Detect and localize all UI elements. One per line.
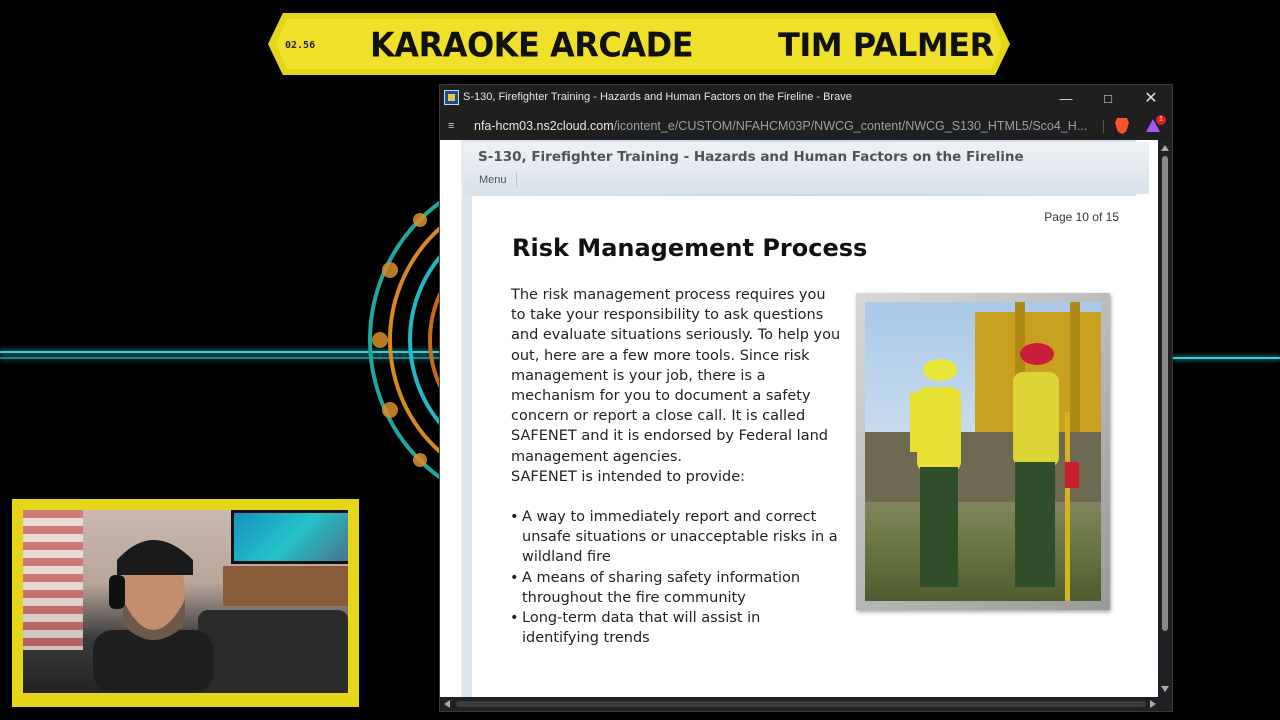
- address-bar[interactable]: ≡ nfa-hcm03.ns2cloud.com/icontent_e/CUST…: [440, 112, 1172, 140]
- streamer: [93, 540, 213, 693]
- scroll-right-icon[interactable]: [1150, 700, 1156, 708]
- site-info-icon[interactable]: ≡: [448, 119, 462, 133]
- scroll-down-icon[interactable]: [1161, 686, 1169, 692]
- slide-paragraph: The risk management process requires you…: [511, 287, 841, 465]
- aquarium-tv: [231, 510, 348, 564]
- url-host: nfa-hcm03.ns2cloud.com: [474, 119, 614, 133]
- vertical-scroll-thumb[interactable]: [1162, 156, 1168, 631]
- url-field[interactable]: nfa-hcm03.ns2cloud.com/icontent_e/CUSTOM…: [474, 119, 1094, 133]
- webcam-feed: [23, 510, 348, 693]
- rewards-badge: 1: [1156, 115, 1166, 125]
- close-icon[interactable]: ✕: [1140, 88, 1162, 110]
- brave-shield-icon[interactable]: [1115, 118, 1129, 134]
- page-indicator: Page 10 of 15: [1044, 210, 1119, 224]
- slide-body: The risk management process requires you…: [510, 285, 841, 648]
- url-path: /icontent_e/CUSTOM/NFAHCM03P/NWCG_conten…: [613, 119, 1088, 133]
- url-separator: [1103, 120, 1104, 133]
- horizontal-scrollbar[interactable]: [440, 697, 1172, 711]
- minimize-icon[interactable]: —: [1055, 88, 1077, 110]
- title-bar: S-130, Firefighter Training - Hazards an…: [440, 85, 1172, 112]
- maximize-icon[interactable]: □: [1097, 88, 1119, 110]
- list-item: A way to immediately report and correct …: [510, 507, 841, 568]
- list-item: A means of sharing safety information th…: [510, 568, 841, 608]
- site-favicon-icon: [444, 90, 459, 105]
- slide-title: Risk Management Process: [512, 234, 868, 262]
- window-title: S-130, Firefighter Training - Hazards an…: [463, 91, 852, 103]
- page-content: S-130, Firefighter Training - Hazards an…: [440, 140, 1158, 697]
- scroll-left-icon[interactable]: [444, 700, 450, 708]
- photo-frame: [856, 293, 1110, 610]
- safenet-list: A way to immediately report and correct …: [510, 507, 841, 648]
- horizontal-scroll-thumb[interactable]: [456, 701, 1146, 707]
- scroll-up-icon[interactable]: [1161, 145, 1169, 151]
- firefighters-photo: [865, 302, 1101, 601]
- overlay-glow-line-right: [1172, 357, 1280, 359]
- slide-intro: SAFENET is intended to provide:: [511, 468, 746, 485]
- course-title: S-130, Firefighter Training - Hazards an…: [478, 149, 1024, 165]
- menu-separator: [516, 173, 517, 187]
- menu-button[interactable]: Menu: [479, 174, 507, 186]
- slide-panel: Page 10 of 15 Risk Management Process Th…: [472, 196, 1140, 697]
- list-item: Long-term data that will assist in ident…: [510, 608, 841, 648]
- overlay-banner-name: TIM PALMER: [778, 26, 994, 64]
- overlay-banner-title: KARAOKE ARCADE: [370, 25, 694, 65]
- vertical-scrollbar[interactable]: [1158, 140, 1172, 697]
- overlay-timer: 02.56: [285, 40, 316, 51]
- browser-window: S-130, Firefighter Training - Hazards an…: [440, 85, 1172, 711]
- course-header: S-130, Firefighter Training - Hazards an…: [463, 142, 1149, 194]
